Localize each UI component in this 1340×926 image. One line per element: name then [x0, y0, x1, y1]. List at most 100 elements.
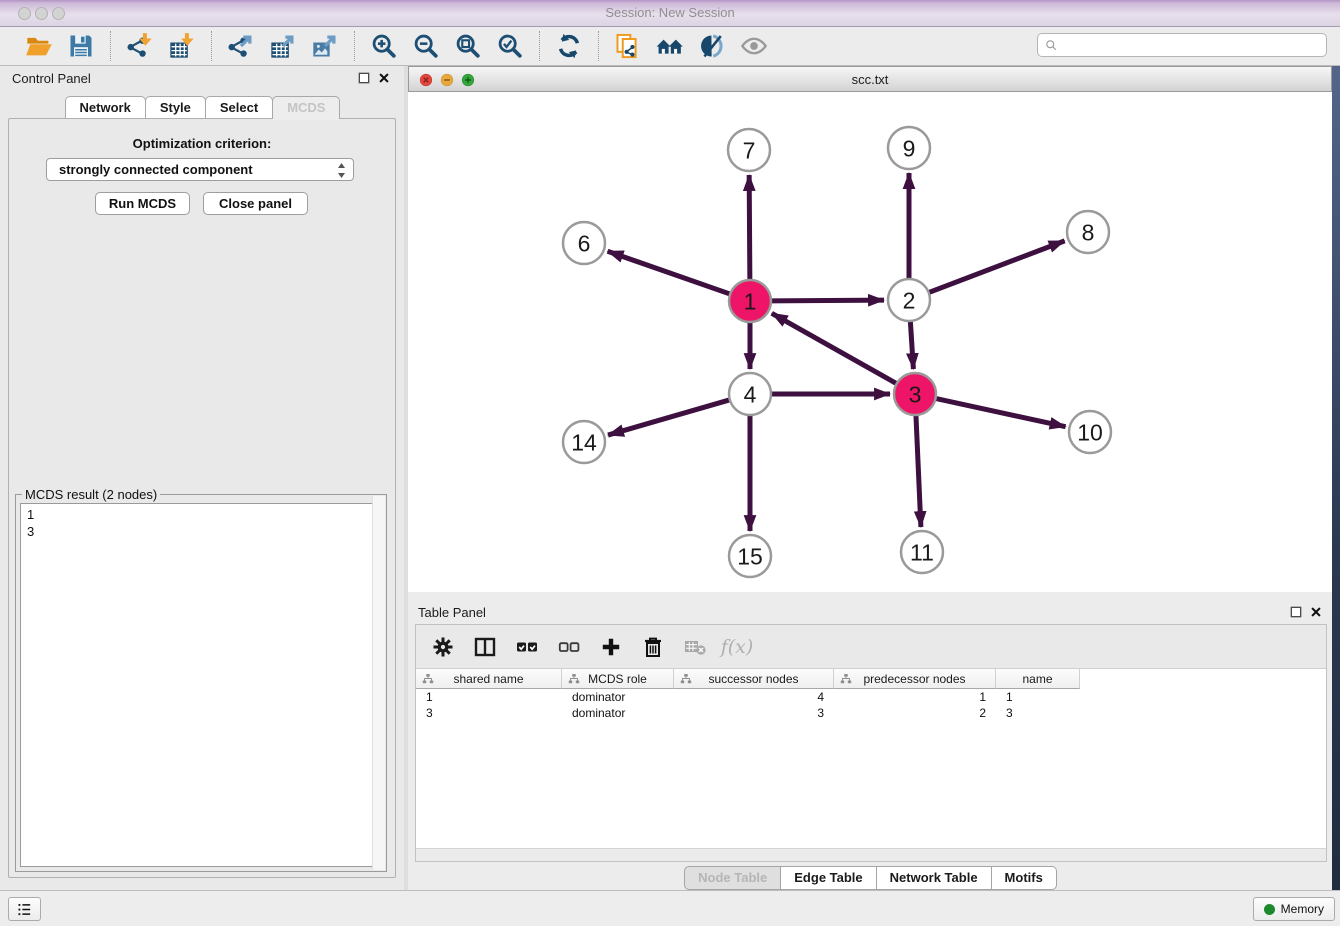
close-panel-button[interactable]: Close panel — [203, 192, 308, 215]
network-file-icon[interactable] — [613, 31, 643, 61]
table-row[interactable]: 3dominator323 — [416, 705, 1326, 721]
graph-node-4[interactable]: 4 — [729, 373, 771, 415]
graph-node-7[interactable]: 7 — [728, 129, 770, 171]
edge-3-11[interactable] — [916, 415, 921, 527]
graph-node-3[interactable]: 3 — [894, 373, 936, 415]
column-header-successor-nodes[interactable]: successor nodes — [674, 669, 834, 689]
edge-1-2[interactable] — [771, 300, 884, 301]
svg-text:14: 14 — [571, 429, 597, 455]
network-view-window: scc.txt 7 9 6 8 1 2 4 3 14 10 15 11 — [408, 66, 1332, 592]
gear-icon[interactable] — [430, 634, 456, 660]
select-all-icon[interactable] — [514, 634, 540, 660]
svg-text:6: 6 — [578, 230, 591, 256]
tab-style[interactable]: Style — [145, 96, 206, 119]
graph-node-15[interactable]: 15 — [729, 535, 771, 577]
edge-4-14[interactable] — [608, 400, 730, 435]
table-cell: 1 — [416, 689, 562, 705]
edge-2-3[interactable] — [910, 321, 913, 369]
tab-network-table[interactable]: Network Table — [876, 866, 992, 890]
tab-motifs[interactable]: Motifs — [991, 866, 1057, 890]
zoom-in-icon[interactable] — [369, 31, 399, 61]
edge-3-10[interactable] — [936, 398, 1066, 426]
graph-node-8[interactable]: 8 — [1067, 211, 1109, 253]
import-table-icon[interactable] — [167, 31, 197, 61]
tab-select[interactable]: Select — [205, 96, 273, 119]
home-icon[interactable] — [655, 31, 685, 61]
graph-node-10[interactable]: 10 — [1069, 411, 1111, 453]
network-canvas[interactable]: 7 9 6 8 1 2 4 3 14 10 15 11 — [408, 92, 1332, 592]
column-header-shared-name[interactable]: shared name — [416, 669, 562, 689]
graph-node-6[interactable]: 6 — [563, 222, 605, 264]
memory-button[interactable]: Memory — [1253, 897, 1335, 921]
mcds-result-text[interactable]: 1 3 — [20, 503, 382, 867]
column-header-MCDS-role[interactable]: MCDS role — [562, 669, 674, 689]
deselect-all-icon[interactable] — [556, 634, 582, 660]
mcds-result-group: MCDS result (2 nodes) 1 3 — [15, 494, 387, 872]
task-history-button[interactable] — [8, 897, 41, 921]
tab-edge-table[interactable]: Edge Table — [780, 866, 876, 890]
export-network-icon[interactable] — [226, 31, 256, 61]
graph-node-1[interactable]: 1 — [729, 280, 771, 322]
eye-icon[interactable] — [739, 31, 769, 61]
close-panel-icon[interactable] — [376, 70, 392, 86]
refresh-icon[interactable] — [554, 31, 584, 61]
table-panel-header: Table Panel — [408, 600, 1332, 624]
export-table-icon[interactable] — [268, 31, 298, 61]
svg-text:3: 3 — [909, 381, 922, 407]
run-mcds-button[interactable]: Run MCDS — [95, 192, 190, 215]
dropdown-stepper-icon — [337, 163, 346, 181]
function-icon[interactable]: f(x) — [724, 634, 750, 660]
vizmapper-icon[interactable] — [697, 31, 727, 61]
float-panel-icon[interactable] — [356, 70, 372, 86]
edge-1-7[interactable] — [749, 175, 750, 280]
column-header-predecessor-nodes[interactable]: predecessor nodes — [834, 669, 996, 689]
add-icon[interactable] — [598, 634, 624, 660]
svg-text:2: 2 — [903, 287, 916, 313]
criterion-dropdown[interactable]: strongly connected component — [46, 158, 354, 181]
table-cell: 1 — [834, 689, 996, 705]
search-icon — [1044, 38, 1059, 53]
column-header-name[interactable]: name — [996, 669, 1080, 689]
graph-node-14[interactable]: 14 — [563, 421, 605, 463]
graph-node-9[interactable]: 9 — [888, 127, 930, 169]
table-horizontal-scrollbar[interactable] — [416, 848, 1326, 861]
close-table-panel-icon[interactable] — [1308, 604, 1324, 620]
export-image-icon[interactable] — [310, 31, 340, 61]
mcds-result-title: MCDS result (2 nodes) — [22, 487, 160, 502]
float-table-panel-icon[interactable] — [1288, 604, 1304, 620]
mcds-result-scrollbar[interactable] — [372, 496, 385, 870]
svg-text:10: 10 — [1077, 419, 1103, 445]
search-input[interactable] — [1063, 38, 1320, 52]
network-window-title: scc.txt — [409, 72, 1331, 87]
graph-node-2[interactable]: 2 — [888, 279, 930, 321]
tab-mcds[interactable]: MCDS — [272, 96, 340, 119]
list-icon — [16, 901, 33, 918]
control-panel: Control Panel NetworkStyleSelectMCDS Opt… — [0, 66, 404, 890]
tab-node-table[interactable]: Node Table — [684, 866, 781, 890]
svg-text:9: 9 — [903, 135, 916, 161]
trash-icon[interactable] — [640, 634, 666, 660]
delete-table-icon[interactable] — [682, 634, 708, 660]
optimization-criterion-label: Optimization criterion: — [9, 136, 395, 151]
column-label: successor nodes — [708, 672, 798, 686]
memory-status-icon — [1264, 904, 1275, 915]
save-icon[interactable] — [66, 31, 96, 61]
toolbar-group — [10, 31, 110, 61]
edge-2-8[interactable] — [929, 241, 1065, 293]
table-row[interactable]: 1dominator411 — [416, 689, 1326, 705]
zoom-selected-icon[interactable] — [495, 31, 525, 61]
zoom-out-icon[interactable] — [411, 31, 441, 61]
toolbar-group — [111, 31, 211, 61]
edge-1-6[interactable] — [608, 251, 731, 294]
graph-node-11[interactable]: 11 — [901, 531, 943, 573]
tab-network[interactable]: Network — [65, 96, 146, 119]
zoom-fit-icon[interactable] — [453, 31, 483, 61]
network-window-titlebar[interactable]: scc.txt — [408, 66, 1332, 92]
open-icon[interactable] — [24, 31, 54, 61]
table-panel: Table Panel f(x) shared nameMCDS role suc… — [408, 600, 1332, 890]
toolbar-group — [355, 31, 539, 61]
edge-3-1[interactable] — [772, 313, 897, 383]
columns-icon[interactable] — [472, 634, 498, 660]
import-network-icon[interactable] — [125, 31, 155, 61]
memory-label: Memory — [1281, 902, 1324, 916]
